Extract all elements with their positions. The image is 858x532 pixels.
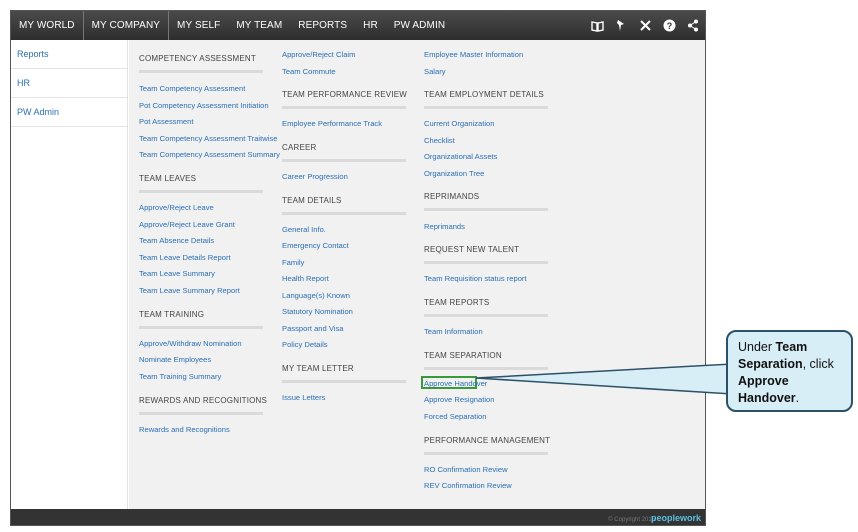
link-emergency-contact[interactable]: Emergency Contact <box>282 241 349 250</box>
link-organization-tree[interactable]: Organization Tree <box>424 169 484 178</box>
link-approve-handover[interactable]: Approve Handover <box>424 379 487 388</box>
link-approve-reject-leave-grant[interactable]: Approve/Reject Leave Grant <box>139 220 235 229</box>
link-passport-and-visa[interactable]: Passport and Visa <box>282 324 344 333</box>
section-title-reprimands: REPRIMANDS <box>424 192 480 201</box>
link-approve-withdraw-nomination[interactable]: Approve/Withdraw Nomination <box>139 339 242 348</box>
sidebar-item-reports[interactable]: Reports <box>11 40 127 69</box>
share-icon[interactable] <box>681 11 705 40</box>
link-pot-competency-initiation[interactable]: Pot Competency Assessment Initiation <box>139 101 269 110</box>
section-title-team-leaves: TEAM LEAVES <box>139 174 197 183</box>
link-pot-assessment[interactable]: Pot Assessment <box>139 117 193 126</box>
link-team-requisition-status-report[interactable]: Team Requisition status report <box>424 274 527 283</box>
section-divider <box>424 106 548 109</box>
section-divider <box>139 190 263 193</box>
section-title-career: CAREER <box>282 143 317 152</box>
tools-icon[interactable] <box>633 11 657 40</box>
link-approve-reject-claim[interactable]: Approve/Reject Claim <box>282 50 355 59</box>
link-policy-details[interactable]: Policy Details <box>282 340 328 349</box>
section-divider <box>424 261 548 264</box>
link-family[interactable]: Family <box>282 258 304 267</box>
link-rev-confirmation-review[interactable]: REV Confirmation Review <box>424 481 512 490</box>
callout-suffix: . <box>795 391 800 405</box>
section-title-team-training: TEAM TRAINING <box>139 310 205 319</box>
link-issue-letters[interactable]: Issue Letters <box>282 393 325 402</box>
section-title-rewards: REWARDS AND RECOGNITIONS <box>139 396 268 405</box>
link-rewards-and-recognitions[interactable]: Rewards and Recognitions <box>139 425 230 434</box>
nav-my-self[interactable]: MY SELF <box>169 11 228 40</box>
section-divider <box>139 412 263 415</box>
nav-reports[interactable]: REPORTS <box>290 11 355 40</box>
callout-prefix: Under <box>738 340 776 354</box>
link-current-organization[interactable]: Current Organization <box>424 119 495 128</box>
top-nav-bar: MY WORLD MY COMPANY MY SELF MY TEAM REPO… <box>11 11 705 40</box>
brand-logo: peoplework <box>650 513 701 523</box>
section-divider <box>139 70 263 73</box>
link-team-competency-assessment[interactable]: Team Competency Assessment <box>139 84 245 93</box>
nav-my-team[interactable]: MY TEAM <box>228 11 290 40</box>
link-team-training-summary[interactable]: Team Training Summary <box>139 372 221 381</box>
link-languages-known[interactable]: Language(s) Known <box>282 291 350 300</box>
nav-pw-admin[interactable]: PW ADMIN <box>386 11 453 40</box>
link-ro-confirmation-review[interactable]: RO Confirmation Review <box>424 465 508 474</box>
link-nominate-employees[interactable]: Nominate Employees <box>139 355 211 364</box>
section-divider <box>424 452 548 455</box>
link-team-absence-details[interactable]: Team Absence Details <box>139 236 214 245</box>
link-team-leave-summary[interactable]: Team Leave Summary <box>139 269 215 278</box>
link-organizational-assets[interactable]: Organizational Assets <box>424 152 497 161</box>
pin-icon[interactable] <box>609 11 633 40</box>
link-employee-master-information[interactable]: Employee Master Information <box>424 50 523 59</box>
menu-content: COMPETENCY ASSESSMENT Team Competency As… <box>129 40 705 509</box>
link-team-leave-details-report[interactable]: Team Leave Details Report <box>139 253 231 262</box>
section-title-performance-management: PERFORMANCE MANAGEMENT <box>424 436 551 445</box>
link-approve-reject-leave[interactable]: Approve/Reject Leave <box>139 203 214 212</box>
callout-box: Under Team Separation, click Approve Han… <box>726 330 853 412</box>
section-title-team-separation: TEAM SEPARATION <box>424 351 502 360</box>
section-title-team-letter: MY TEAM LETTER <box>282 364 354 373</box>
section-divider <box>282 212 406 215</box>
section-title-employment-details: TEAM EMPLOYMENT DETAILS <box>424 90 544 99</box>
section-title-request-new-talent: REQUEST NEW TALENT <box>424 245 520 254</box>
footer-bar: © Copyright 2015 peoplework <box>11 509 705 525</box>
link-approve-resignation[interactable]: Approve Resignation <box>424 395 495 404</box>
sidebar-item-hr[interactable]: HR <box>11 69 127 98</box>
link-reprimands[interactable]: Reprimands <box>424 222 465 231</box>
nav-hr[interactable]: HR <box>355 11 386 40</box>
section-divider <box>424 367 548 370</box>
link-career-progression[interactable]: Career Progression <box>282 172 348 181</box>
callout-bold-2: Approve Handover <box>738 374 796 405</box>
section-divider <box>282 106 406 109</box>
link-employee-performance-track[interactable]: Employee Performance Track <box>282 119 382 128</box>
help-icon[interactable]: ? <box>657 11 681 40</box>
nav-my-company[interactable]: MY COMPANY <box>84 11 170 40</box>
section-divider <box>282 380 406 383</box>
sidebar: Reports HR PW Admin <box>11 40 128 509</box>
app-window: MY WORLD MY COMPANY MY SELF MY TEAM REPO… <box>10 10 706 526</box>
link-team-commute[interactable]: Team Commute <box>282 67 336 76</box>
section-divider <box>282 159 406 162</box>
section-title-performance-review: TEAM PERFORMANCE REVIEW <box>282 90 408 99</box>
section-divider <box>424 314 548 317</box>
section-divider <box>139 326 263 329</box>
link-general-info[interactable]: General Info. <box>282 225 326 234</box>
copyright-text: © Copyright 2015 <box>608 517 655 523</box>
link-competency-traitwise[interactable]: Team Competency Assessment Traitwise <box>139 134 277 143</box>
link-competency-summary[interactable]: Team Competency Assessment Summary <box>139 150 280 159</box>
top-icon-group: ? <box>585 11 705 40</box>
section-title-competency: COMPETENCY ASSESSMENT <box>139 54 256 63</box>
section-divider <box>424 208 548 211</box>
svg-text:?: ? <box>666 21 672 31</box>
link-statutory-nomination[interactable]: Statutory Nomination <box>282 307 353 316</box>
link-checklist[interactable]: Checklist <box>424 136 455 145</box>
section-title-team-reports: TEAM REPORTS <box>424 298 490 307</box>
link-health-report[interactable]: Health Report <box>282 274 329 283</box>
section-title-team-details: TEAM DETAILS <box>282 196 342 205</box>
book-icon[interactable] <box>585 11 609 40</box>
link-salary[interactable]: Salary <box>424 67 446 76</box>
nav-my-world[interactable]: MY WORLD <box>11 11 84 40</box>
link-team-leave-summary-report[interactable]: Team Leave Summary Report <box>139 286 240 295</box>
callout-middle: , click <box>802 357 834 371</box>
link-forced-separation[interactable]: Forced Separation <box>424 412 486 421</box>
sidebar-item-pw-admin[interactable]: PW Admin <box>11 98 127 127</box>
link-team-information[interactable]: Team Information <box>424 327 483 336</box>
